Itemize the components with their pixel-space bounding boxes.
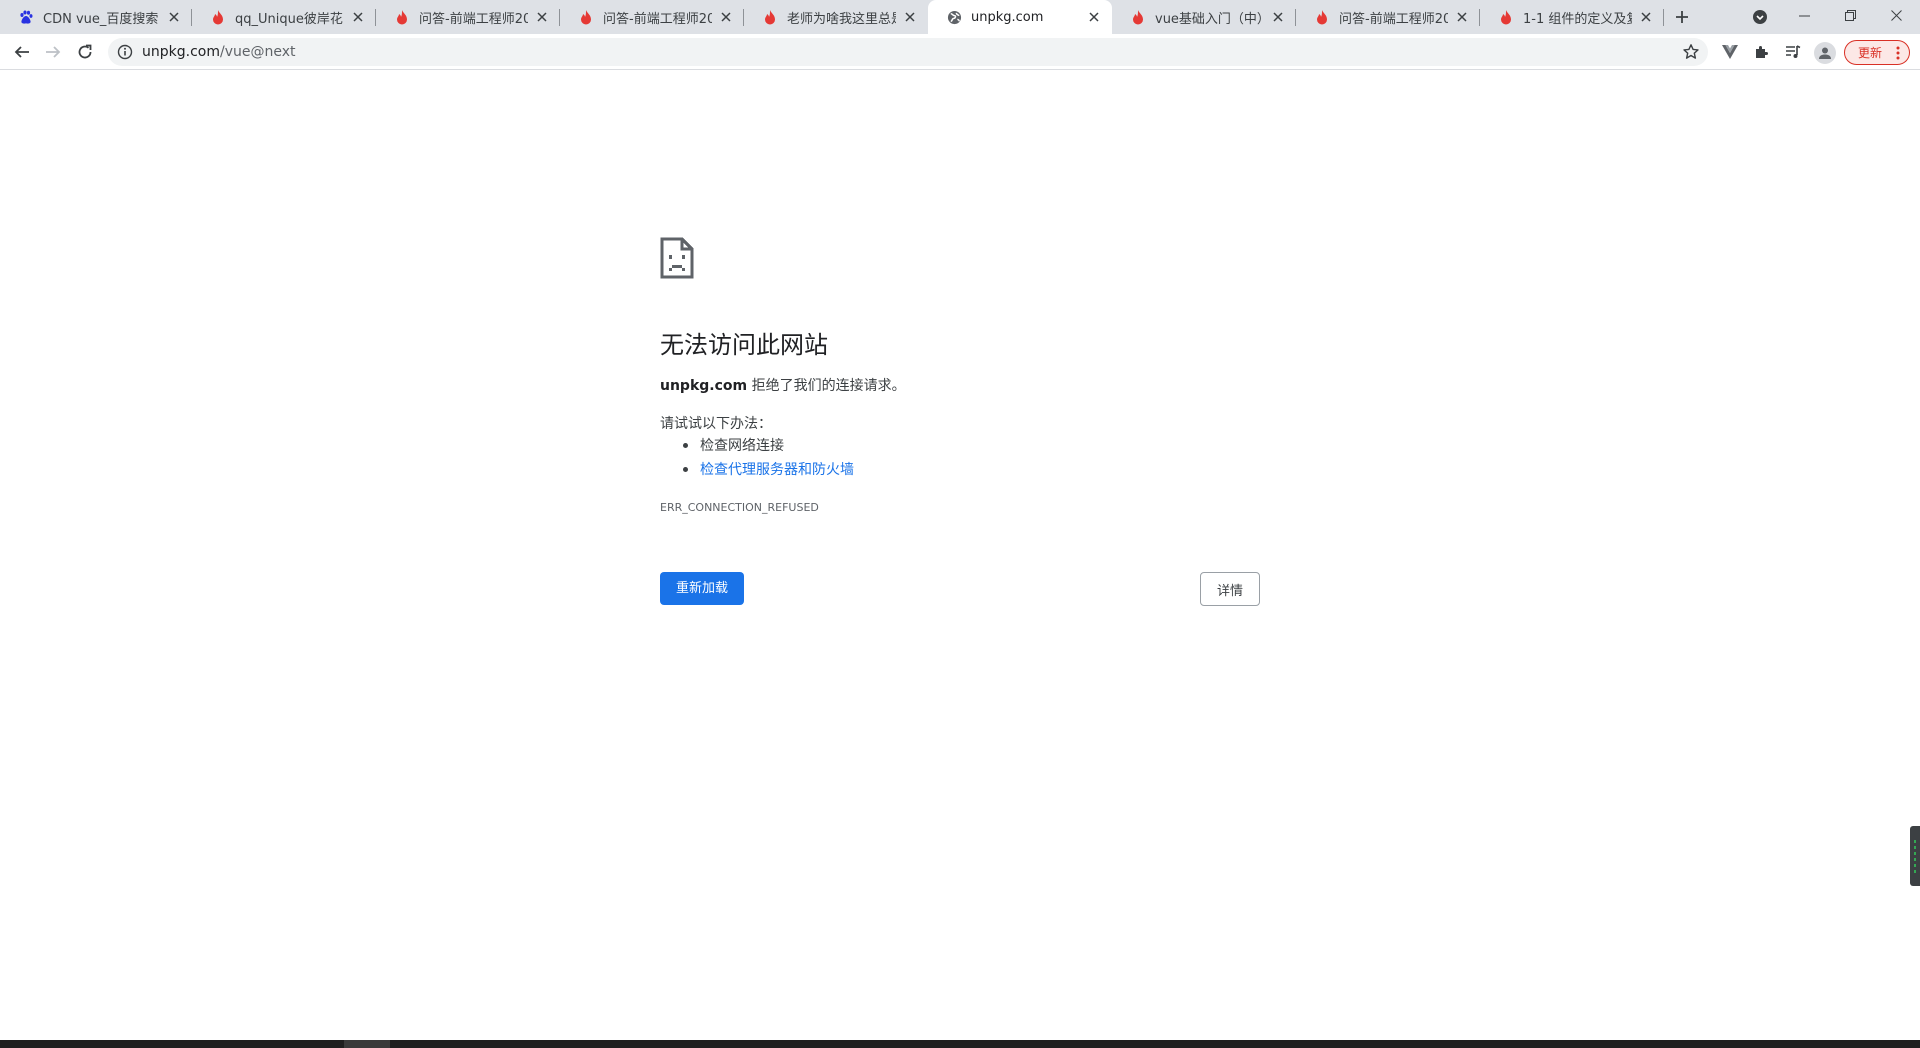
error-message: 拒绝了我们的连接请求。 (747, 378, 906, 394)
close-icon[interactable] (718, 9, 734, 25)
sad-page-icon (660, 237, 694, 279)
person-icon (1819, 47, 1831, 59)
restore-button[interactable] (1827, 0, 1873, 30)
update-chrome-button[interactable]: 更新 (1844, 40, 1910, 65)
vue-devtools-extension[interactable] (1720, 42, 1740, 62)
tab-title: vue基础入门（中）-慕 (1155, 11, 1264, 27)
csdn-flame-icon (1130, 9, 1146, 25)
details-button[interactable]: 详情 (1200, 572, 1260, 606)
tab-vue-basics[interactable]: vue基础入门（中）-慕 (1112, 0, 1296, 34)
playlist-icon (1786, 45, 1801, 58)
close-icon[interactable] (902, 9, 918, 25)
tab-strip: CDN vue_百度搜索 qq_Unique彼岸花丶的 问答-前端工程师2020… (0, 0, 1920, 34)
plus-icon (1676, 11, 1688, 23)
suggestion-check-network: 检查网络连接 (683, 436, 854, 460)
close-icon[interactable] (1086, 9, 1102, 25)
media-control-button[interactable] (1783, 42, 1803, 62)
os-taskbar (0, 1040, 1920, 1048)
puzzle-icon (1756, 46, 1768, 58)
chevron-down-circle-icon (1753, 10, 1767, 24)
extensions-button[interactable] (1752, 42, 1772, 62)
close-icon[interactable] (1638, 9, 1654, 25)
minimize-icon (1798, 15, 1810, 16)
tab-csdn-qa[interactable]: 问答-前端工程师2020 (376, 0, 560, 34)
new-tab-button[interactable] (1668, 5, 1696, 29)
csdn-flame-icon (762, 9, 778, 25)
reload-button[interactable]: 重新加载 (660, 572, 745, 605)
tab-title: 老师为啥我这里总是报 (787, 11, 896, 27)
error-description: unpkg.com 拒绝了我们的连接请求。 (660, 375, 906, 395)
browser-toolbar: unpkg.com/vue@next 更新 (0, 34, 1920, 70)
reload-toolbar-button[interactable] (71, 38, 99, 66)
csdn-flame-icon (210, 9, 226, 25)
reload-icon (78, 44, 92, 59)
tab-title: 问答-前端工程师2020 (1339, 11, 1448, 27)
suggestions-list: 检查网络连接 检查代理服务器和防火墙 (683, 436, 854, 484)
close-icon (1890, 9, 1902, 21)
back-button[interactable] (8, 38, 36, 66)
csdn-flame-icon (394, 9, 410, 25)
vue-logo-icon (1722, 45, 1738, 59)
close-icon[interactable] (534, 9, 550, 25)
tab-title: qq_Unique彼岸花丶的 (235, 11, 344, 27)
url-host: unpkg.com (142, 44, 220, 60)
tab-baidu-search[interactable]: CDN vue_百度搜索 (0, 0, 192, 34)
error-code: ERR_CONNECTION_REFUSED (660, 501, 819, 514)
tab-component-reuse[interactable]: 1-1 组件的定义及复用 (1480, 0, 1664, 34)
tab-title: 1-1 组件的定义及复用 (1523, 11, 1632, 27)
suggestions-title: 请试试以下办法： (660, 416, 772, 432)
close-icon[interactable] (1454, 9, 1470, 25)
url-text: unpkg.com/vue@next (142, 38, 296, 66)
tab-title: 问答-前端工程师2020 (419, 11, 528, 27)
tab-csdn-question[interactable]: 老师为啥我这里总是报 (744, 0, 928, 34)
tab-unpkg-active[interactable]: unpkg.com (928, 0, 1112, 34)
csdn-flame-icon (1314, 9, 1330, 25)
error-heading: 无法访问此网站 (660, 331, 828, 359)
restore-icon (1844, 9, 1856, 21)
tab-csdn-qa[interactable]: 问答-前端工程师2020 (1296, 0, 1480, 34)
address-bar[interactable]: unpkg.com/vue@next (108, 38, 1708, 66)
error-host: unpkg.com (660, 378, 748, 394)
tab-csdn-qa[interactable]: 问答-前端工程师2020 (560, 0, 744, 34)
arrow-left-icon (14, 46, 29, 58)
close-icon[interactable] (166, 9, 182, 25)
tab-title: unpkg.com (971, 9, 1044, 25)
forward-button[interactable] (39, 38, 67, 66)
csdn-flame-icon (1498, 9, 1514, 25)
csdn-flame-icon (578, 9, 594, 25)
tab-search-button[interactable] (1748, 6, 1772, 28)
close-icon[interactable] (1270, 9, 1286, 25)
profile-avatar[interactable] (1814, 42, 1836, 64)
tab-separator (1663, 9, 1664, 26)
info-icon[interactable] (117, 44, 133, 60)
side-handle[interactable] (1910, 826, 1920, 886)
arrow-right-icon (46, 46, 61, 58)
tab-title: CDN vue_百度搜索 (43, 11, 159, 27)
minimize-button[interactable] (1781, 0, 1827, 30)
tab-csdn-blog[interactable]: qq_Unique彼岸花丶的 (192, 0, 376, 34)
close-window-button[interactable] (1873, 0, 1919, 30)
globe-icon (946, 9, 962, 25)
more-vert-icon (1896, 46, 1900, 60)
taskbar-active-app[interactable] (344, 1040, 390, 1048)
tab-title: 问答-前端工程师2020 (603, 11, 712, 27)
baidu-paw-icon (18, 9, 34, 25)
url-path: /vue@next (219, 44, 296, 60)
bookmark-star-icon[interactable] (1682, 43, 1700, 61)
suggestion-check-proxy-link[interactable]: 检查代理服务器和防火墙 (683, 460, 854, 484)
update-label: 更新 (1858, 46, 1883, 60)
close-icon[interactable] (350, 9, 366, 25)
